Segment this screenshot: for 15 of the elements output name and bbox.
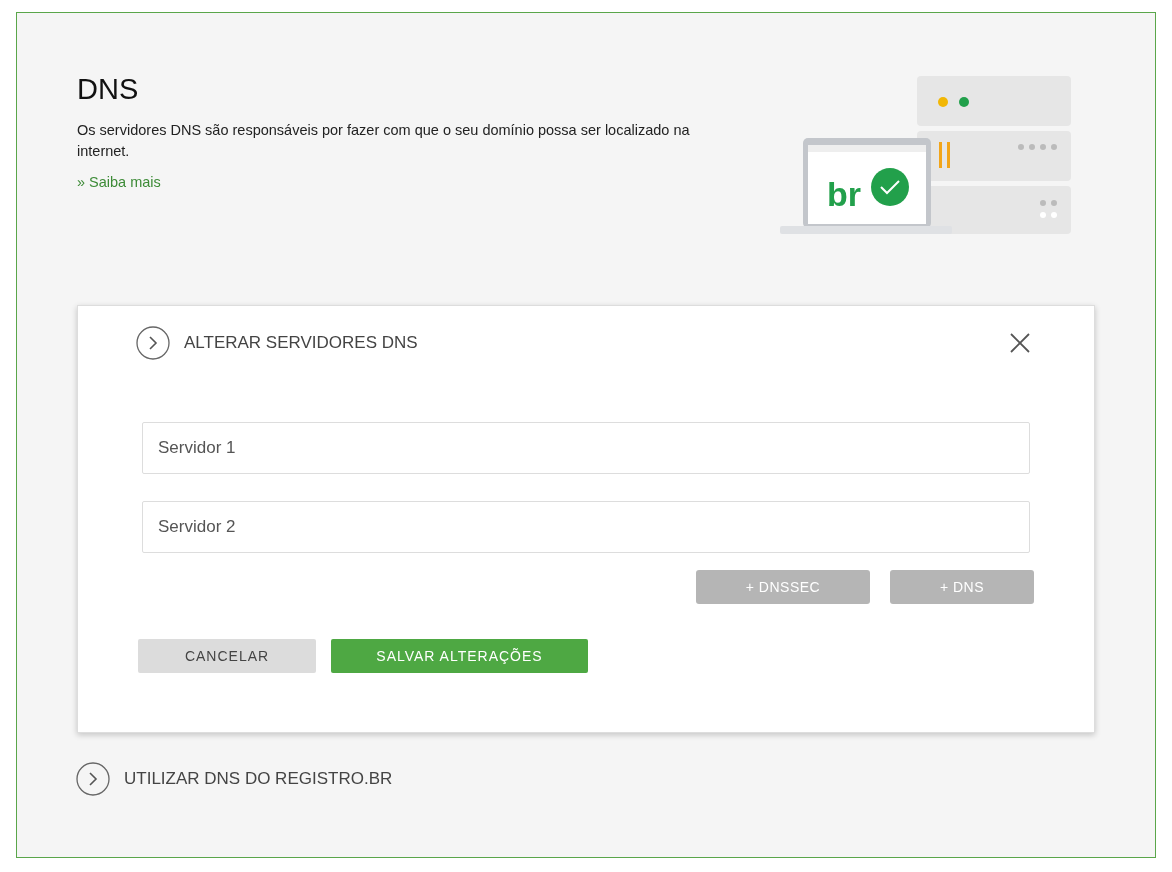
save-button[interactable]: SALVAR ALTERAÇÕES [331, 639, 588, 673]
option-title[interactable]: UTILIZAR DNS DO REGISTRO.BR [124, 769, 393, 789]
learn-more-link[interactable]: » Saiba mais [77, 174, 161, 190]
panel-title: ALTERAR SERVIDORES DNS [184, 333, 418, 353]
chevron-right-icon[interactable] [136, 326, 170, 360]
add-button[interactable]: + DNSSEC [696, 570, 870, 604]
page-title: DNS [77, 73, 140, 106]
add-button[interactable]: + DNS [890, 570, 1034, 604]
server-input-field[interactable]: Servidor 1 [142, 422, 1030, 474]
server-laptop-drawing: br [775, 76, 1095, 246]
close-icon[interactable] [1010, 333, 1030, 353]
cancel-button[interactable]: CANCELAR [138, 639, 316, 673]
server-input-field[interactable]: Servidor 2 [142, 501, 1030, 553]
chevron-right-icon[interactable] [76, 762, 110, 796]
description-text: Os servidores DNS são responsáveis por fazer com que o seu domínio possa ser localizado na internet. [77, 121, 691, 161]
